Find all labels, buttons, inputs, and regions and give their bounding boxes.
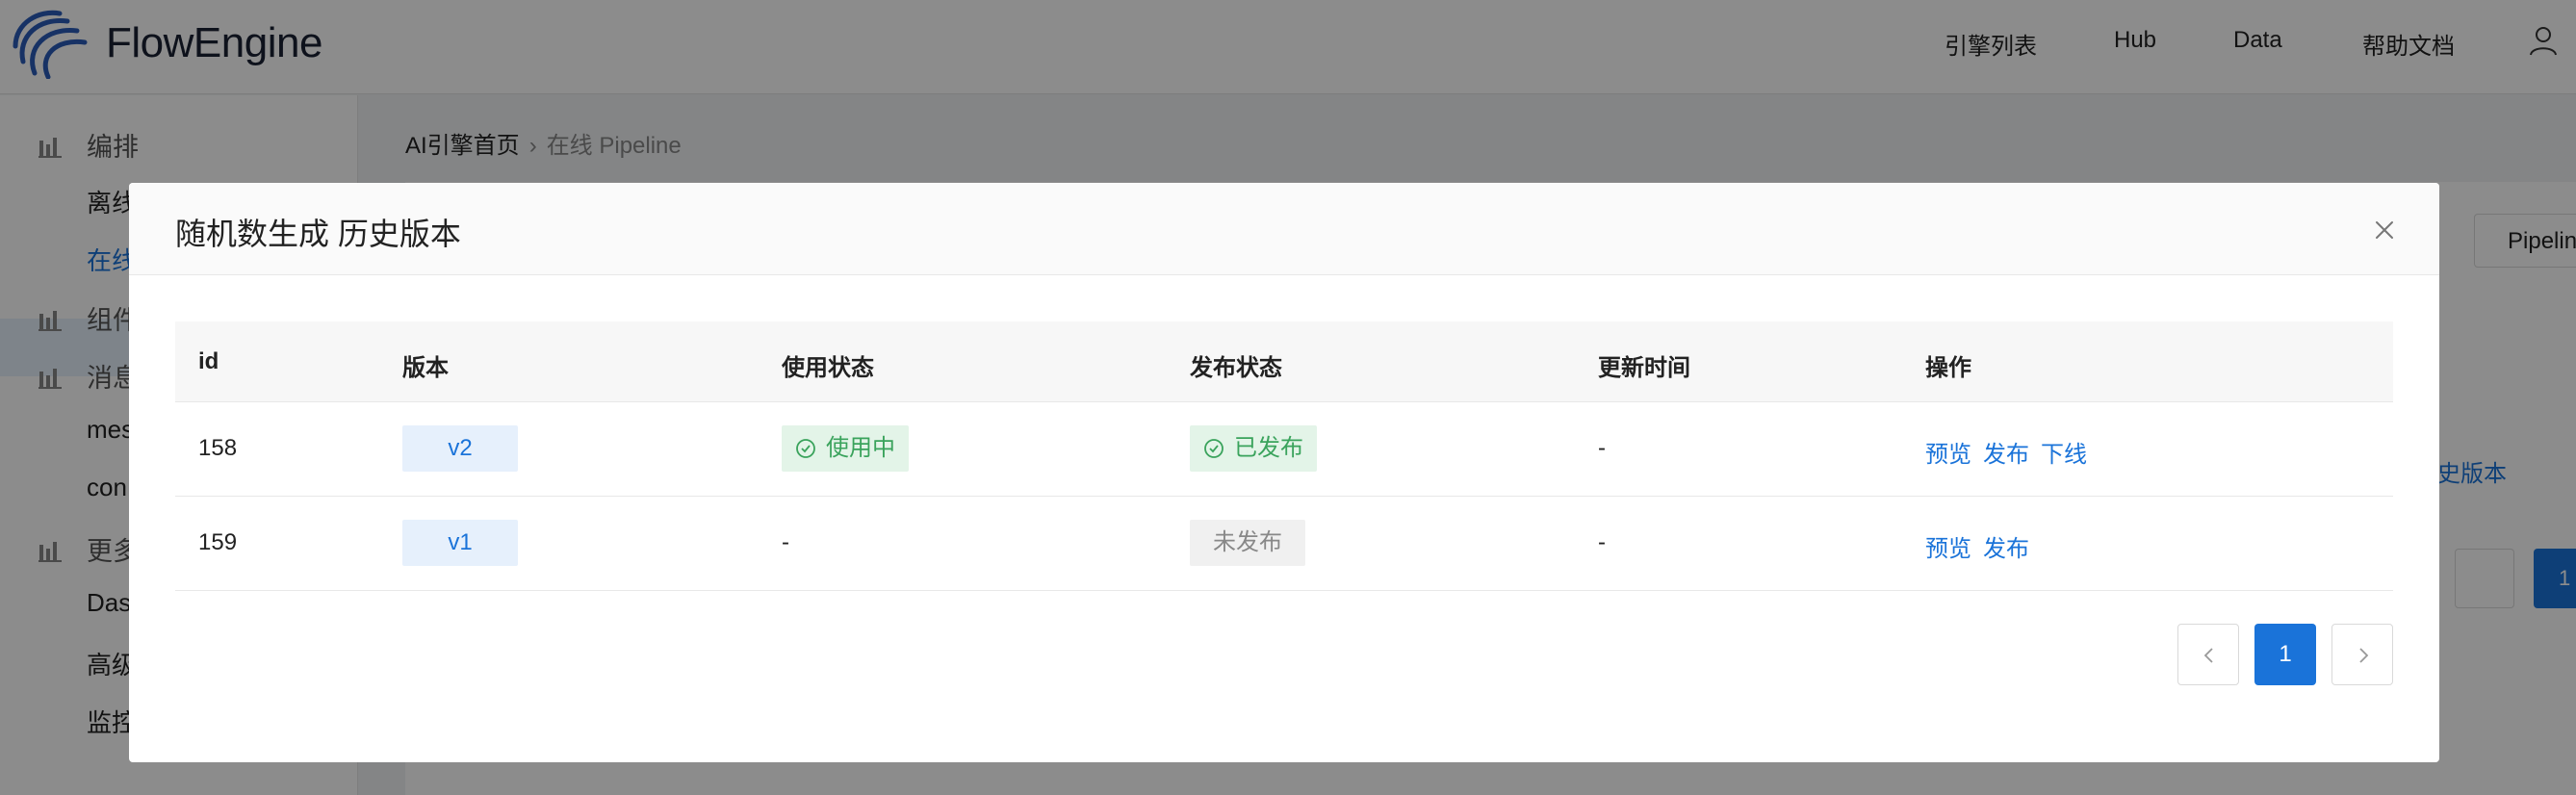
table-row: 159 v1 - 未发布 - 预览 发布	[175, 497, 2393, 591]
close-icon[interactable]	[2372, 218, 2397, 243]
version-tag: v2	[402, 425, 518, 472]
pager-prev-button[interactable]	[2177, 624, 2239, 685]
publish-link[interactable]: 发布	[1983, 529, 2029, 563]
modal-header: 随机数生成 历史版本	[129, 183, 2439, 275]
chevron-left-icon	[2203, 648, 2213, 663]
publish-status-badge: 已发布	[1190, 425, 1317, 472]
offline-link[interactable]: 下线	[2041, 435, 2087, 469]
modal-title: 随机数生成 历史版本	[175, 217, 461, 251]
chevron-right-icon	[2359, 648, 2369, 663]
cell-updated: -	[1598, 529, 1606, 555]
preview-link[interactable]: 预览	[1925, 529, 1971, 563]
history-version-modal: 随机数生成 历史版本 id 版本 使用状态 发布状态 更新时间 操作 158 v…	[129, 183, 2439, 762]
cell-updated: -	[1598, 435, 1606, 461]
col-actions: 操作	[1925, 355, 1971, 381]
cell-id: 158	[198, 435, 238, 461]
use-status-badge: 使用中	[782, 425, 909, 472]
check-circle-icon	[1204, 439, 1224, 458]
table-row: 158 v2 使用中 已发布 - 预览 发布 下线	[175, 402, 2393, 497]
table-header: id 版本 使用状态 发布状态 更新时间 操作	[175, 321, 2393, 402]
pager-next-button[interactable]	[2331, 624, 2393, 685]
preview-link[interactable]: 预览	[1925, 435, 1971, 469]
pager-page-1[interactable]: 1	[2254, 624, 2316, 685]
col-updated-time: 更新时间	[1598, 355, 1690, 381]
col-use-status: 使用状态	[782, 355, 874, 381]
col-version: 版本	[402, 355, 449, 381]
publish-status-badge: 未发布	[1190, 520, 1305, 566]
col-id: id	[198, 348, 219, 374]
version-tag: v1	[402, 520, 518, 566]
cell-id: 159	[198, 529, 238, 555]
cell-use-status: -	[782, 529, 789, 555]
check-circle-icon	[796, 439, 815, 458]
publish-link[interactable]: 发布	[1983, 435, 2029, 469]
col-publish-status: 发布状态	[1190, 355, 1282, 381]
